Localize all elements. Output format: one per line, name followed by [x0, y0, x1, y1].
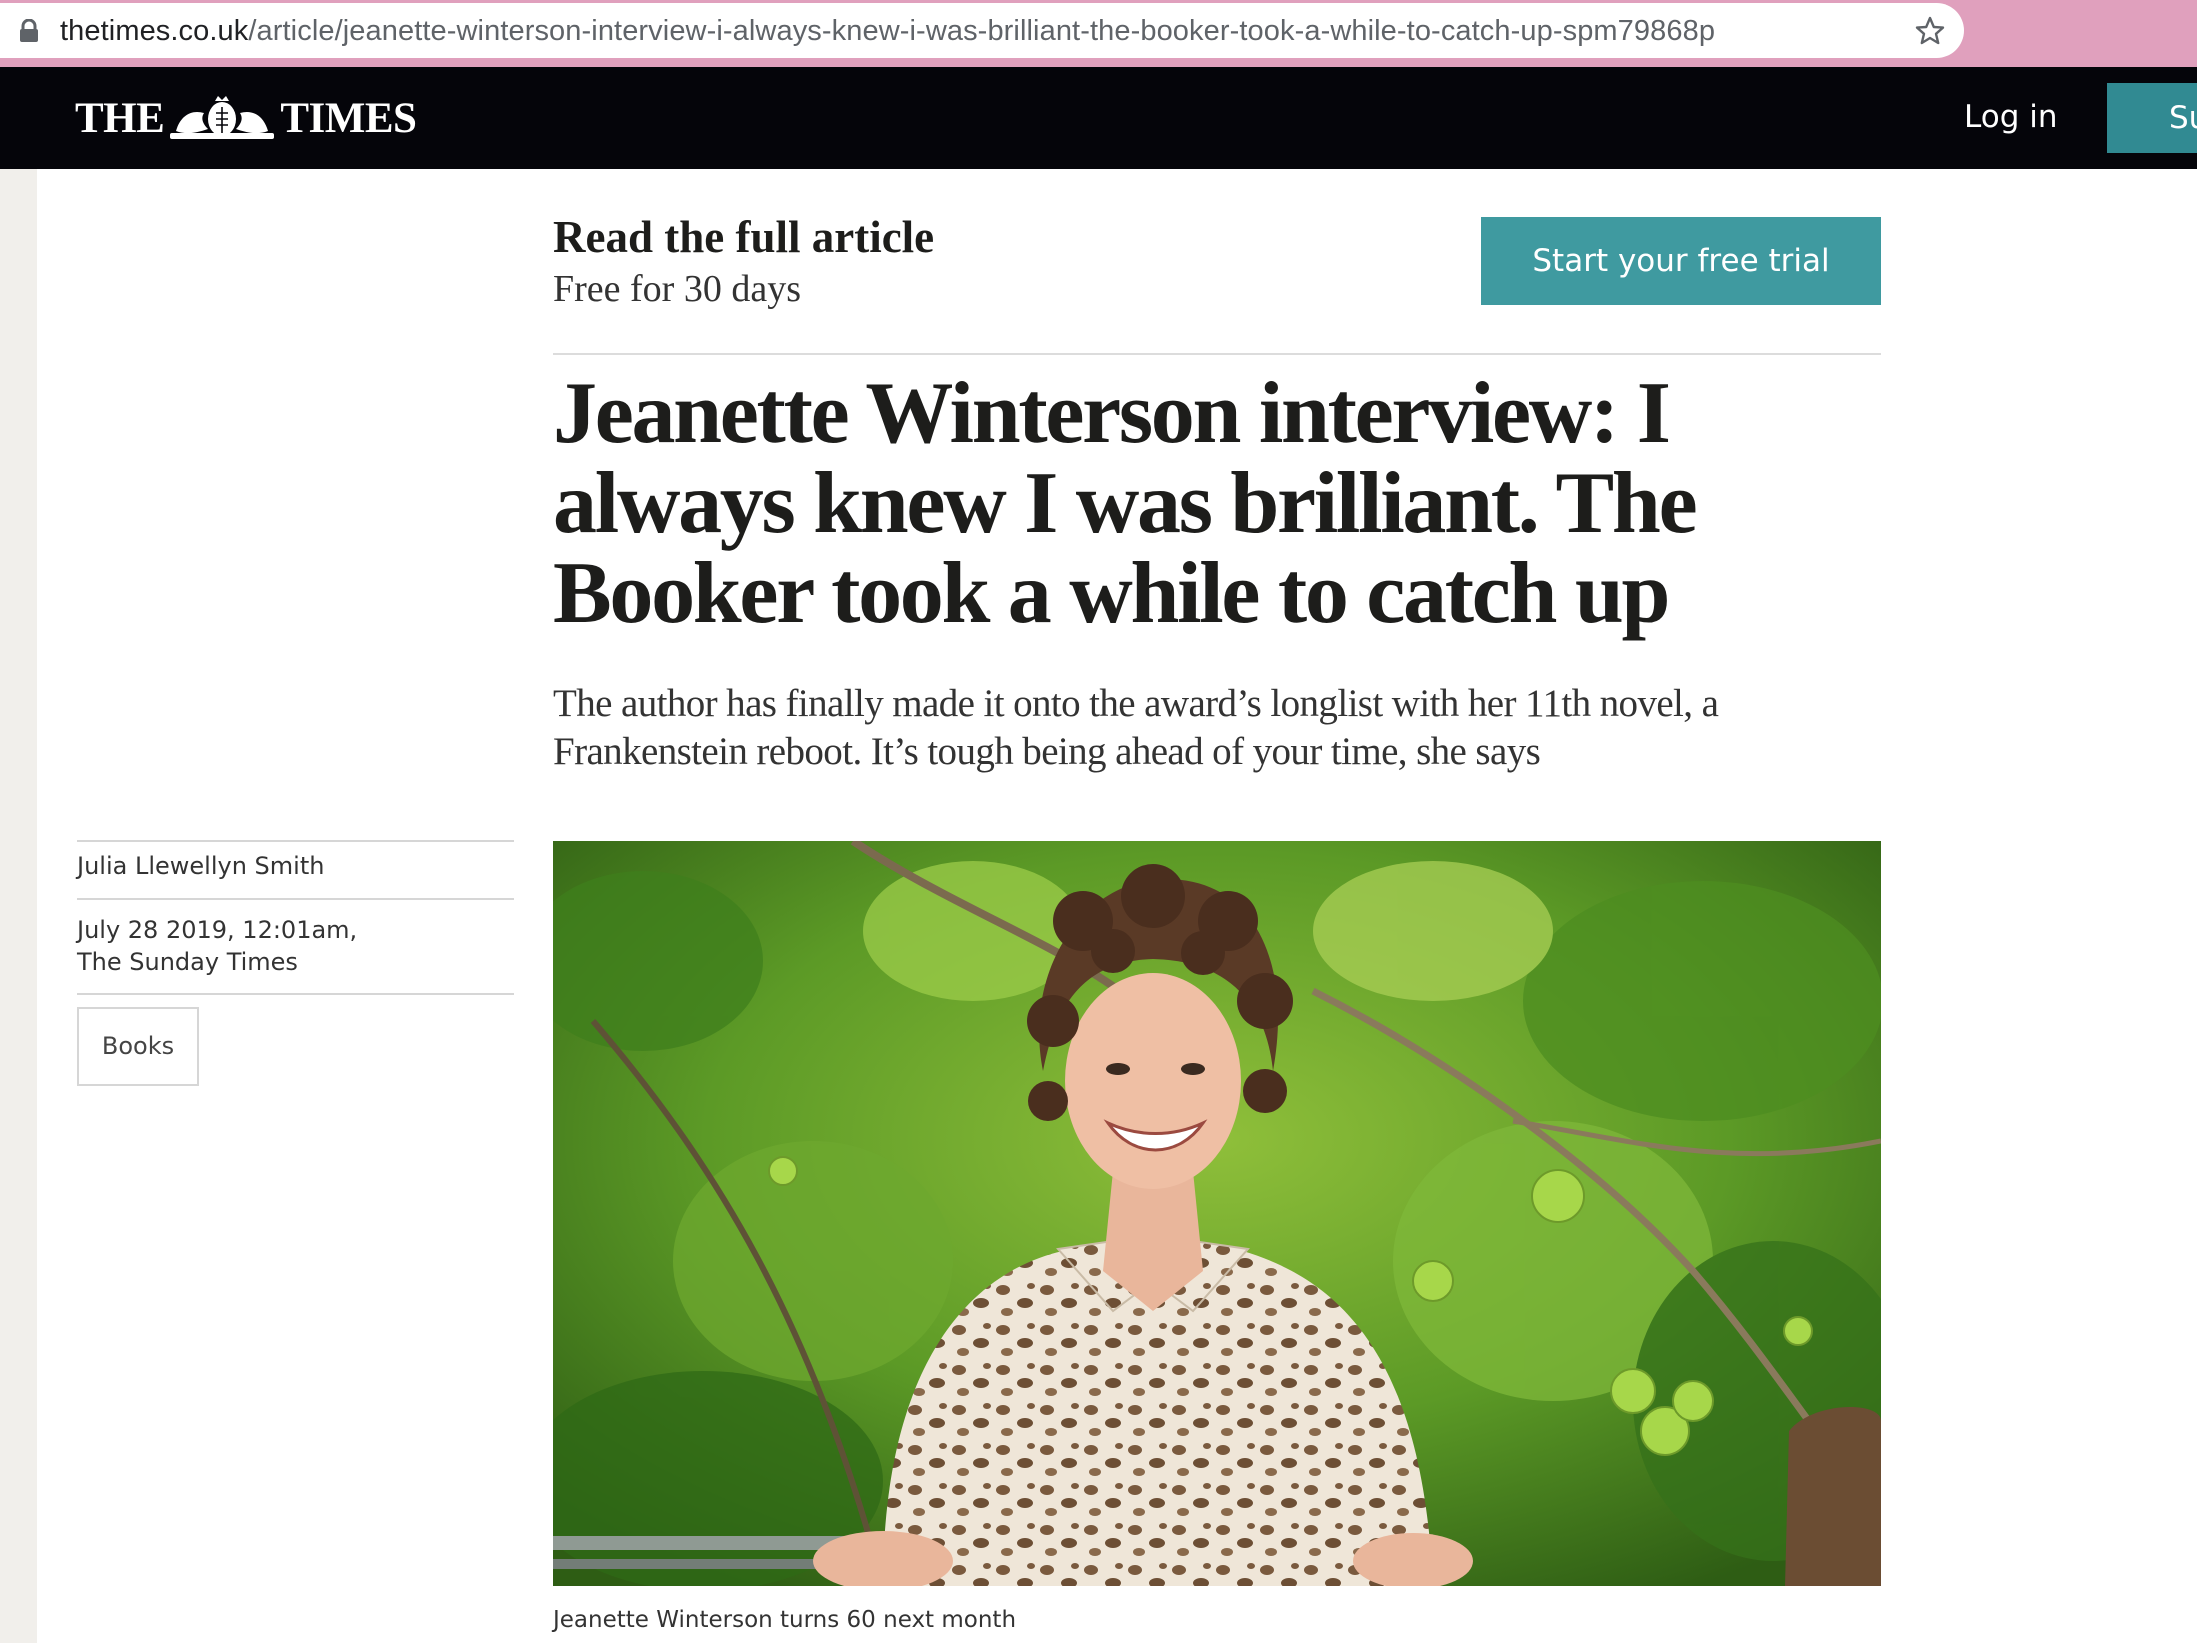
- author-byline[interactable]: Julia Llewellyn Smith: [77, 851, 324, 881]
- royal-crest-icon: [170, 96, 275, 139]
- logo-word-the: THE: [75, 95, 165, 142]
- url-path: /article/jeanette-winterson-interview-i-…: [248, 15, 1716, 47]
- publish-date: July 28 2019, 12:01am,: [77, 916, 358, 944]
- topic-tag-books[interactable]: Books: [77, 1007, 199, 1086]
- photo-caption: Jeanette Winterson turns 60 next month: [553, 1607, 1017, 1633]
- start-free-trial-button[interactable]: Start your free trial: [1481, 217, 1881, 305]
- login-link[interactable]: Log in: [1964, 97, 2057, 137]
- article-page: Read the full article Free for 30 days S…: [37, 169, 2197, 1643]
- publication-name: The Sunday Times: [77, 948, 298, 976]
- url-domain: thetimes.co.uk: [60, 15, 249, 47]
- the-times-logo[interactable]: THE TIMES: [75, 91, 417, 147]
- browser-toolbar: thetimes.co.uk/article/jeanette-winterso…: [0, 0, 2197, 67]
- divider: [77, 840, 514, 842]
- subscribe-button[interactable]: Su: [2107, 83, 2197, 153]
- logo-word-times: TIMES: [280, 95, 417, 142]
- star-icon[interactable]: [1914, 15, 1946, 47]
- divider: [77, 898, 514, 900]
- address-bar[interactable]: thetimes.co.uk/article/jeanette-winterso…: [0, 3, 1964, 58]
- article-photo: [553, 841, 1881, 1586]
- divider: [553, 353, 1881, 355]
- url-text[interactable]: thetimes.co.uk/article/jeanette-winterso…: [60, 14, 1715, 48]
- divider: [77, 993, 514, 995]
- paywall-promo-subtitle: Free for 30 days: [553, 268, 801, 310]
- paywall-promo-title: Read the full article: [553, 212, 935, 262]
- lock-icon[interactable]: [18, 19, 40, 43]
- article-standfirst: The author has finally made it onto the …: [553, 682, 1719, 773]
- site-header: THE TIMES Log in Su: [0, 67, 2197, 169]
- article-headline: Jeanette Winterson interview: I always k…: [553, 365, 1698, 642]
